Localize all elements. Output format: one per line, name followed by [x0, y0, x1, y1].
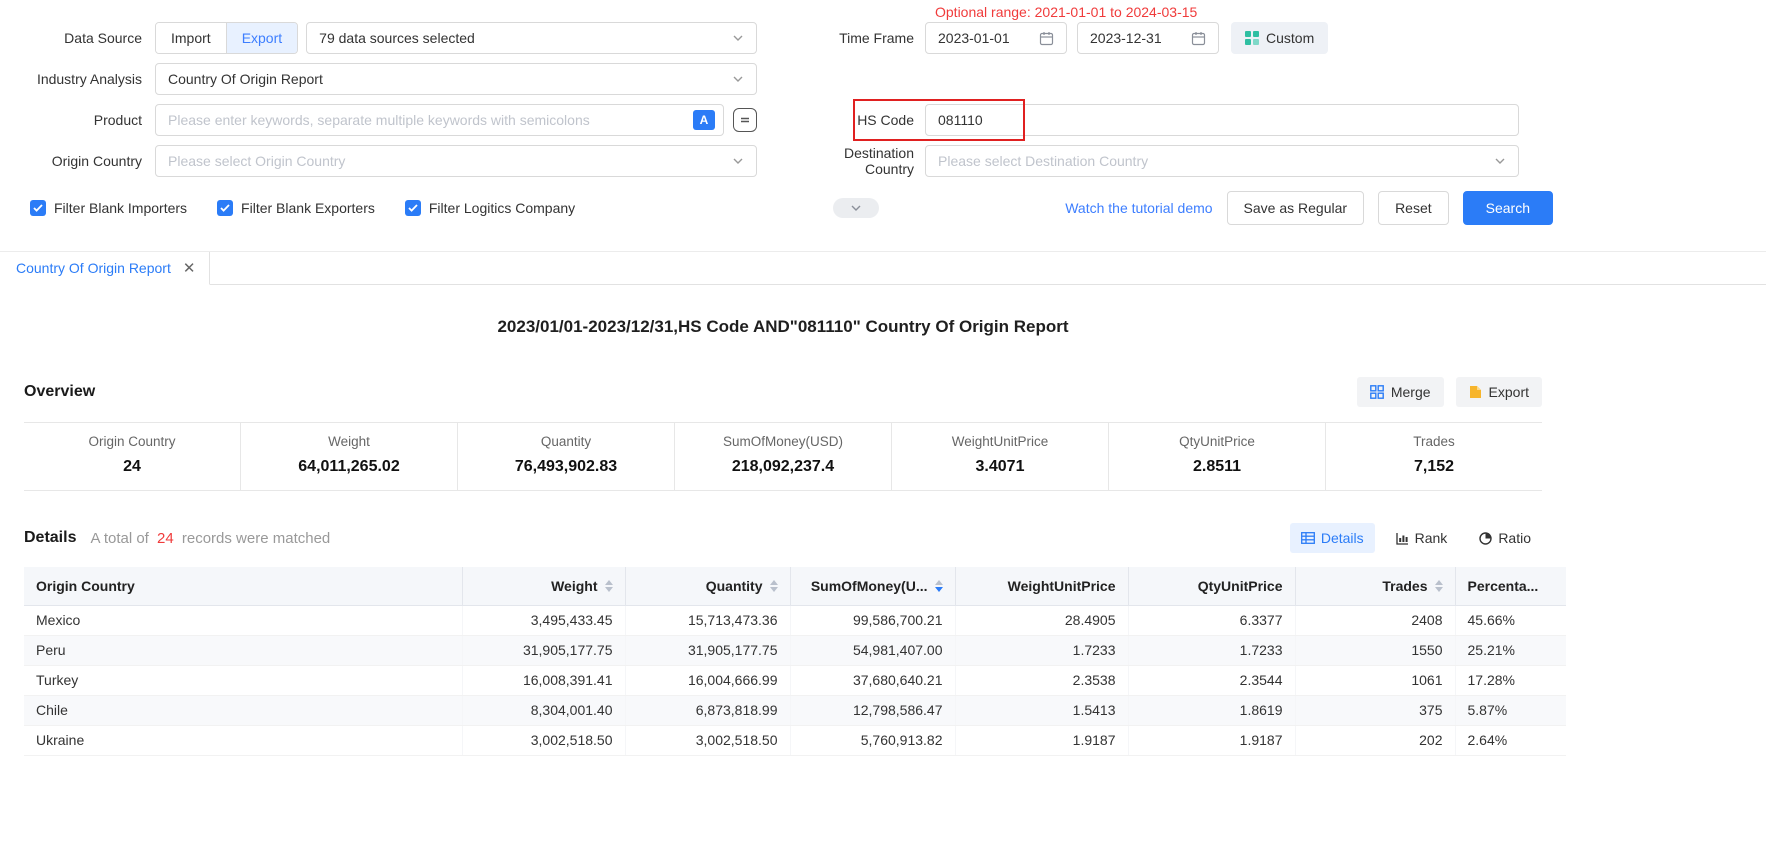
overview-stats: Origin Country 24 Weight 64,011,265.02 Q… — [24, 422, 1542, 491]
details-title: Details — [24, 529, 76, 547]
details-table: Origin Country Weight Quantity SumOfMone… — [24, 567, 1566, 756]
table-row[interactable]: Mexico 3,495,433.45 15,713,473.36 99,586… — [24, 605, 1566, 635]
translate-icon[interactable]: A — [693, 110, 715, 130]
col-trades[interactable]: Trades — [1295, 567, 1455, 605]
tutorial-demo-link[interactable]: Watch the tutorial demo — [1065, 200, 1212, 216]
origin-country-placeholder: Please select Origin Country — [168, 153, 345, 169]
table-row[interactable]: Turkey 16,008,391.41 16,004,666.99 37,68… — [24, 665, 1566, 695]
date-start-input[interactable]: 2023-01-01 — [925, 22, 1067, 54]
stat-origin-country: Origin Country 24 — [24, 423, 241, 490]
sort-icon[interactable] — [605, 580, 613, 592]
exact-match-icon[interactable] — [733, 108, 757, 132]
destination-country-select[interactable]: Please select Destination Country — [925, 145, 1519, 177]
chevron-down-icon — [732, 32, 744, 44]
import-export-toggle: Import Export — [155, 22, 298, 54]
data-source-select[interactable]: 79 data sources selected — [306, 22, 757, 54]
expand-filters-toggle[interactable] — [833, 198, 879, 218]
product-label: Product — [0, 112, 155, 128]
origin-country-label: Origin Country — [0, 153, 155, 169]
table-icon — [1301, 532, 1315, 544]
tab-country-of-origin-report[interactable]: Country Of Origin Report ✕ — [0, 252, 210, 285]
industry-analysis-label: Industry Analysis — [0, 71, 155, 87]
chevron-down-icon — [850, 202, 862, 214]
destination-country-placeholder: Please select Destination Country — [938, 153, 1148, 169]
calendar-icon — [1039, 31, 1054, 46]
filter-blank-importers-checkbox[interactable]: Filter Blank Importers — [30, 200, 187, 216]
table-row[interactable]: Ukraine 3,002,518.50 3,002,518.50 5,760,… — [24, 725, 1566, 755]
match-count: 24 — [157, 530, 174, 547]
data-source-value: 79 data sources selected — [319, 30, 475, 46]
checkbox-checked-icon — [405, 200, 421, 216]
pie-icon — [1479, 532, 1492, 545]
filter-blank-exporters-checkbox[interactable]: Filter Blank Exporters — [217, 200, 375, 216]
chevron-down-icon — [732, 155, 744, 167]
col-weight[interactable]: Weight — [462, 567, 625, 605]
sort-icon[interactable] — [935, 580, 943, 592]
hs-code-label: HS Code — [807, 112, 925, 128]
hs-code-field: HS Code — [807, 104, 1519, 136]
table-row[interactable]: Chile 8,304,001.40 6,873,818.99 12,798,5… — [24, 695, 1566, 725]
product-input-box: A — [155, 104, 724, 136]
chevron-down-icon — [1494, 155, 1506, 167]
origin-country-select[interactable]: Please select Origin Country — [155, 145, 757, 177]
view-ratio-button[interactable]: Ratio — [1468, 523, 1542, 553]
report-title: 2023/01/01-2023/12/31,HS Code AND"081110… — [24, 317, 1542, 337]
match-summary: A total of 24 records were matched — [90, 530, 330, 547]
save-as-regular-button[interactable]: Save as Regular — [1227, 191, 1365, 225]
merge-button[interactable]: Merge — [1357, 377, 1444, 407]
col-percentage: Percenta... — [1455, 567, 1566, 605]
product-input[interactable] — [156, 105, 693, 135]
rank-icon — [1396, 532, 1409, 545]
custom-range-button[interactable]: Custom — [1231, 22, 1328, 54]
export-button[interactable]: Export — [226, 23, 297, 53]
col-quantity[interactable]: Quantity — [625, 567, 790, 605]
optional-range-row: Optional range: 2021-01-01 to 2024-03-15 — [0, 4, 1766, 22]
view-details-button[interactable]: Details — [1290, 523, 1375, 553]
destination-country-label: Destination Country — [807, 145, 925, 177]
sort-icon[interactable] — [1435, 580, 1443, 592]
data-source-label: Data Source — [0, 30, 155, 46]
col-sum-of-money[interactable]: SumOfMoney(U... — [790, 567, 955, 605]
industry-analysis-value: Country Of Origin Report — [168, 71, 323, 87]
time-frame-label: Time Frame — [807, 30, 925, 46]
stat-sum-of-money: SumOfMoney(USD) 218,092,237.4 — [675, 423, 892, 490]
report-content: 2023/01/01-2023/12/31,HS Code AND"081110… — [0, 317, 1566, 756]
stat-weight: Weight 64,011,265.02 — [241, 423, 458, 490]
report-tab-bar: Country Of Origin Report ✕ — [0, 251, 1766, 285]
table-header-row: Origin Country Weight Quantity SumOfMone… — [24, 567, 1566, 605]
industry-analysis-select[interactable]: Country Of Origin Report — [155, 63, 757, 95]
calendar-icon — [1191, 31, 1206, 46]
tab-label: Country Of Origin Report — [16, 260, 171, 276]
chevron-down-icon — [732, 73, 744, 85]
import-button[interactable]: Import — [156, 23, 226, 53]
stat-trades: Trades 7,152 — [1326, 423, 1542, 490]
hs-code-input[interactable] — [926, 105, 1510, 135]
stat-quantity: Quantity 76,493,902.83 — [458, 423, 675, 490]
view-rank-button[interactable]: Rank — [1385, 523, 1459, 553]
hs-code-input-box — [925, 104, 1519, 136]
close-icon[interactable]: ✕ — [183, 261, 196, 276]
filter-logitics-company-checkbox[interactable]: Filter Logitics Company — [405, 200, 575, 216]
stat-qty-unit-price: QtyUnitPrice 2.8511 — [1109, 423, 1326, 490]
date-end-input[interactable]: 2023-12-31 — [1077, 22, 1219, 54]
checkbox-checked-icon — [30, 200, 46, 216]
filter-panel: Optional range: 2021-01-01 to 2024-03-15… — [0, 0, 1766, 225]
merge-icon — [1370, 385, 1384, 399]
col-weight-unit-price: WeightUnitPrice — [955, 567, 1128, 605]
stat-weight-unit-price: WeightUnitPrice 3.4071 — [892, 423, 1109, 490]
col-origin-country: Origin Country — [24, 567, 462, 605]
checkbox-checked-icon — [217, 200, 233, 216]
col-qty-unit-price: QtyUnitPrice — [1128, 567, 1295, 605]
table-row[interactable]: Peru 31,905,177.75 31,905,177.75 54,981,… — [24, 635, 1566, 665]
optional-range-text: Optional range: 2021-01-01 to 2024-03-15 — [935, 4, 1197, 20]
search-button[interactable]: Search — [1463, 191, 1553, 225]
export-icon — [1469, 385, 1482, 399]
export-button[interactable]: Export — [1456, 377, 1542, 407]
sort-icon[interactable] — [770, 580, 778, 592]
custom-icon — [1245, 31, 1259, 45]
overview-title: Overview — [24, 383, 95, 401]
reset-button[interactable]: Reset — [1378, 191, 1449, 225]
